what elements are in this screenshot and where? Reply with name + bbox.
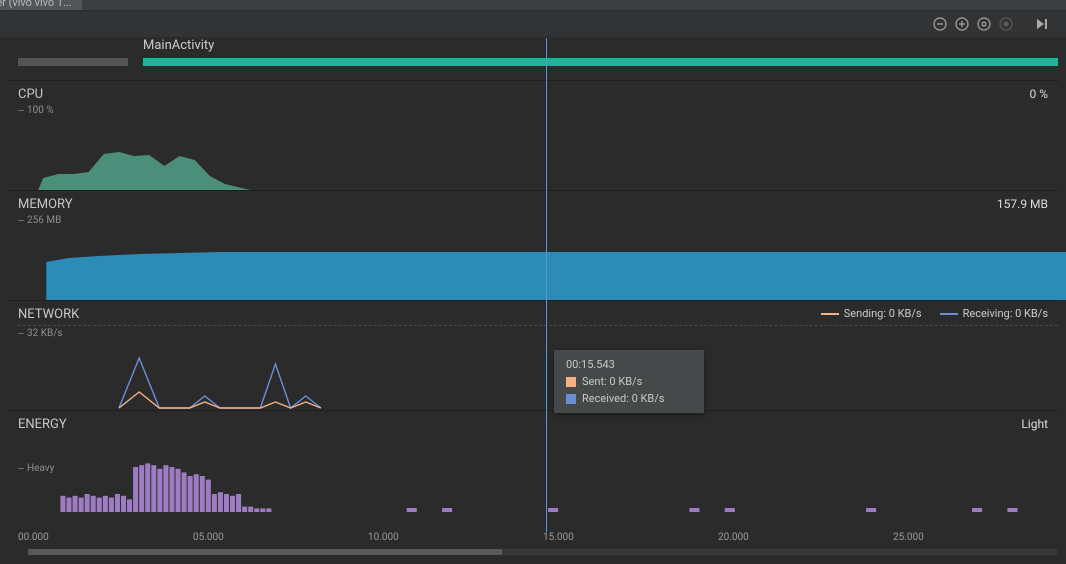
cpu-title: CPU bbox=[18, 87, 43, 102]
energy-chart bbox=[18, 452, 1066, 512]
tooltip-received: Received: 0 KB/s bbox=[582, 392, 664, 405]
tooltip-sent: Sent: 0 KB/s bbox=[582, 375, 642, 388]
memory-title: MEMORY bbox=[18, 197, 73, 212]
activity-label: MainActivity bbox=[143, 38, 214, 53]
timeline-tick: 25.000 bbox=[893, 532, 924, 543]
cpu-value: 0 % bbox=[1029, 87, 1048, 101]
attach-icon bbox=[998, 16, 1014, 32]
timeline-axis[interactable]: 00.000 05.000 10.000 15.000 20.000 25.000 bbox=[18, 532, 1058, 556]
energy-value: Light bbox=[1021, 417, 1048, 431]
profiler-area: MainActivity CPU 0 % 100 % MEMORY 157.9 … bbox=[8, 38, 1058, 556]
timeline-tick: 00.000 bbox=[18, 532, 49, 543]
go-live-icon[interactable] bbox=[1034, 16, 1050, 32]
timeline-scrollbar[interactable] bbox=[28, 549, 1058, 555]
network-chart bbox=[18, 340, 1066, 410]
network-receiving-label: Receiving: 0 KB/s bbox=[963, 307, 1048, 320]
timeline-tick: 20.000 bbox=[718, 532, 749, 543]
timeline-tick: 10.000 bbox=[368, 532, 399, 543]
activity-pre-segment bbox=[18, 58, 128, 66]
network-scale-label: 32 KB/s bbox=[18, 325, 1058, 339]
network-tooltip: 00:15.543 Sent: 0 KB/s Received: 0 KB/s bbox=[554, 350, 704, 413]
memory-scale-label: 256 MB bbox=[18, 215, 61, 226]
energy-panel[interactable]: ENERGY Light Heavy bbox=[8, 410, 1058, 512]
activity-running-segment[interactable] bbox=[143, 58, 1058, 66]
window-chrome: yloader (vivo vivo 1... bbox=[0, 0, 1066, 10]
zoom-out-icon[interactable] bbox=[932, 16, 948, 32]
profiler-toolbar bbox=[0, 10, 1066, 38]
memory-panel[interactable]: MEMORY 157.9 MB 256 MB bbox=[8, 190, 1058, 300]
memory-chart bbox=[18, 230, 1066, 300]
cpu-scale-label: 100 % bbox=[18, 105, 54, 116]
network-sending-label: Sending: 0 KB/s bbox=[844, 307, 922, 320]
network-panel[interactable]: NETWORK Sending: 0 KB/s Receiving: 0 KB/… bbox=[8, 300, 1058, 410]
tooltip-time: 00:15.543 bbox=[566, 358, 692, 371]
zoom-in-icon[interactable] bbox=[954, 16, 970, 32]
energy-title: ENERGY bbox=[18, 417, 67, 432]
network-legend: Sending: 0 KB/s Receiving: 0 KB/s bbox=[821, 307, 1048, 320]
timeline-tick: 15.000 bbox=[543, 532, 574, 543]
timeline-tick: 05.000 bbox=[193, 532, 224, 543]
activity-track: MainActivity bbox=[8, 38, 1058, 80]
received-swatch bbox=[566, 394, 576, 404]
playhead-line[interactable] bbox=[546, 38, 547, 532]
cpu-panel[interactable]: CPU 0 % 100 % bbox=[8, 80, 1058, 190]
timeline-scrollbar-thumb[interactable] bbox=[28, 549, 502, 555]
zoom-reset-icon[interactable] bbox=[976, 16, 992, 32]
memory-value: 157.9 MB bbox=[997, 197, 1048, 211]
network-title: NETWORK bbox=[18, 307, 79, 322]
cpu-chart bbox=[18, 120, 1066, 190]
sent-swatch bbox=[566, 377, 576, 387]
